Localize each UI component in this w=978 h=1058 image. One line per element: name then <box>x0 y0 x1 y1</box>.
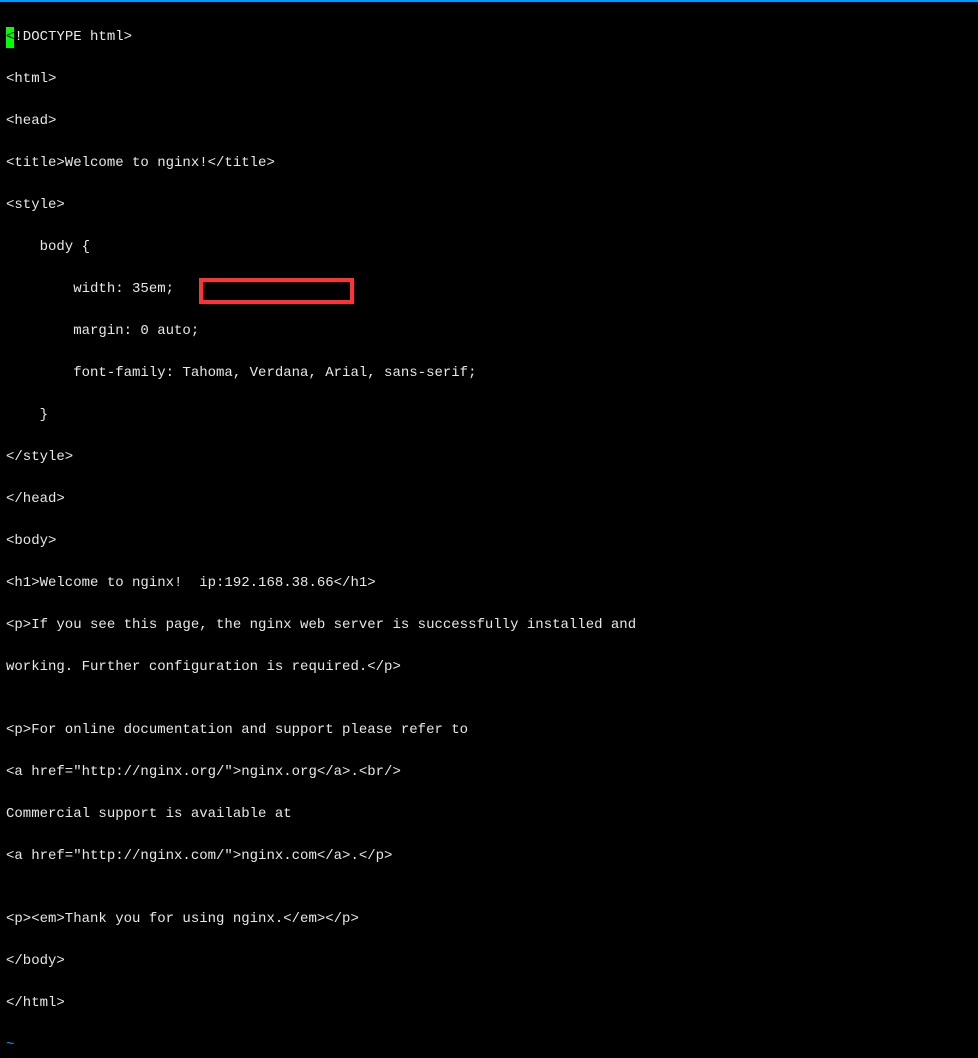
code-line: font-family: Tahoma, Verdana, Arial, san… <box>6 363 972 384</box>
code-line: <html> <box>6 69 972 90</box>
code-line: <head> <box>6 111 972 132</box>
code-line: <p><em>Thank you for using nginx.</em></… <box>6 909 972 930</box>
code-line: body { <box>6 237 972 258</box>
code-line: <title>Welcome to nginx!</title> <box>6 153 972 174</box>
code-line: working. Further configuration is requir… <box>6 657 972 678</box>
code-line: } <box>6 405 972 426</box>
code-line: <p>If you see this page, the nginx web s… <box>6 615 972 636</box>
empty-line-tilde: ~ <box>6 1035 972 1056</box>
code-line: <a href="http://nginx.org/">nginx.org</a… <box>6 762 972 783</box>
code-text: !DOCTYPE html> <box>14 29 132 45</box>
code-line: width: 35em; <box>6 279 972 300</box>
code-line: <a href="http://nginx.com/">nginx.com</a… <box>6 846 972 867</box>
code-line: </html> <box>6 993 972 1014</box>
code-line: margin: 0 auto; <box>6 321 972 342</box>
code-line: <style> <box>6 195 972 216</box>
code-line: <!DOCTYPE html> <box>6 27 972 48</box>
code-line: <body> <box>6 531 972 552</box>
code-line: </head> <box>6 489 972 510</box>
code-line: <h1>Welcome to nginx! ip:192.168.38.66</… <box>6 573 972 594</box>
code-line: </body> <box>6 951 972 972</box>
code-line: Commercial support is available at <box>6 804 972 825</box>
code-line: </style> <box>6 447 972 468</box>
code-line: <p>For online documentation and support … <box>6 720 972 741</box>
terminal-content[interactable]: <!DOCTYPE html> <html> <head> <title>Wel… <box>0 2 978 1058</box>
